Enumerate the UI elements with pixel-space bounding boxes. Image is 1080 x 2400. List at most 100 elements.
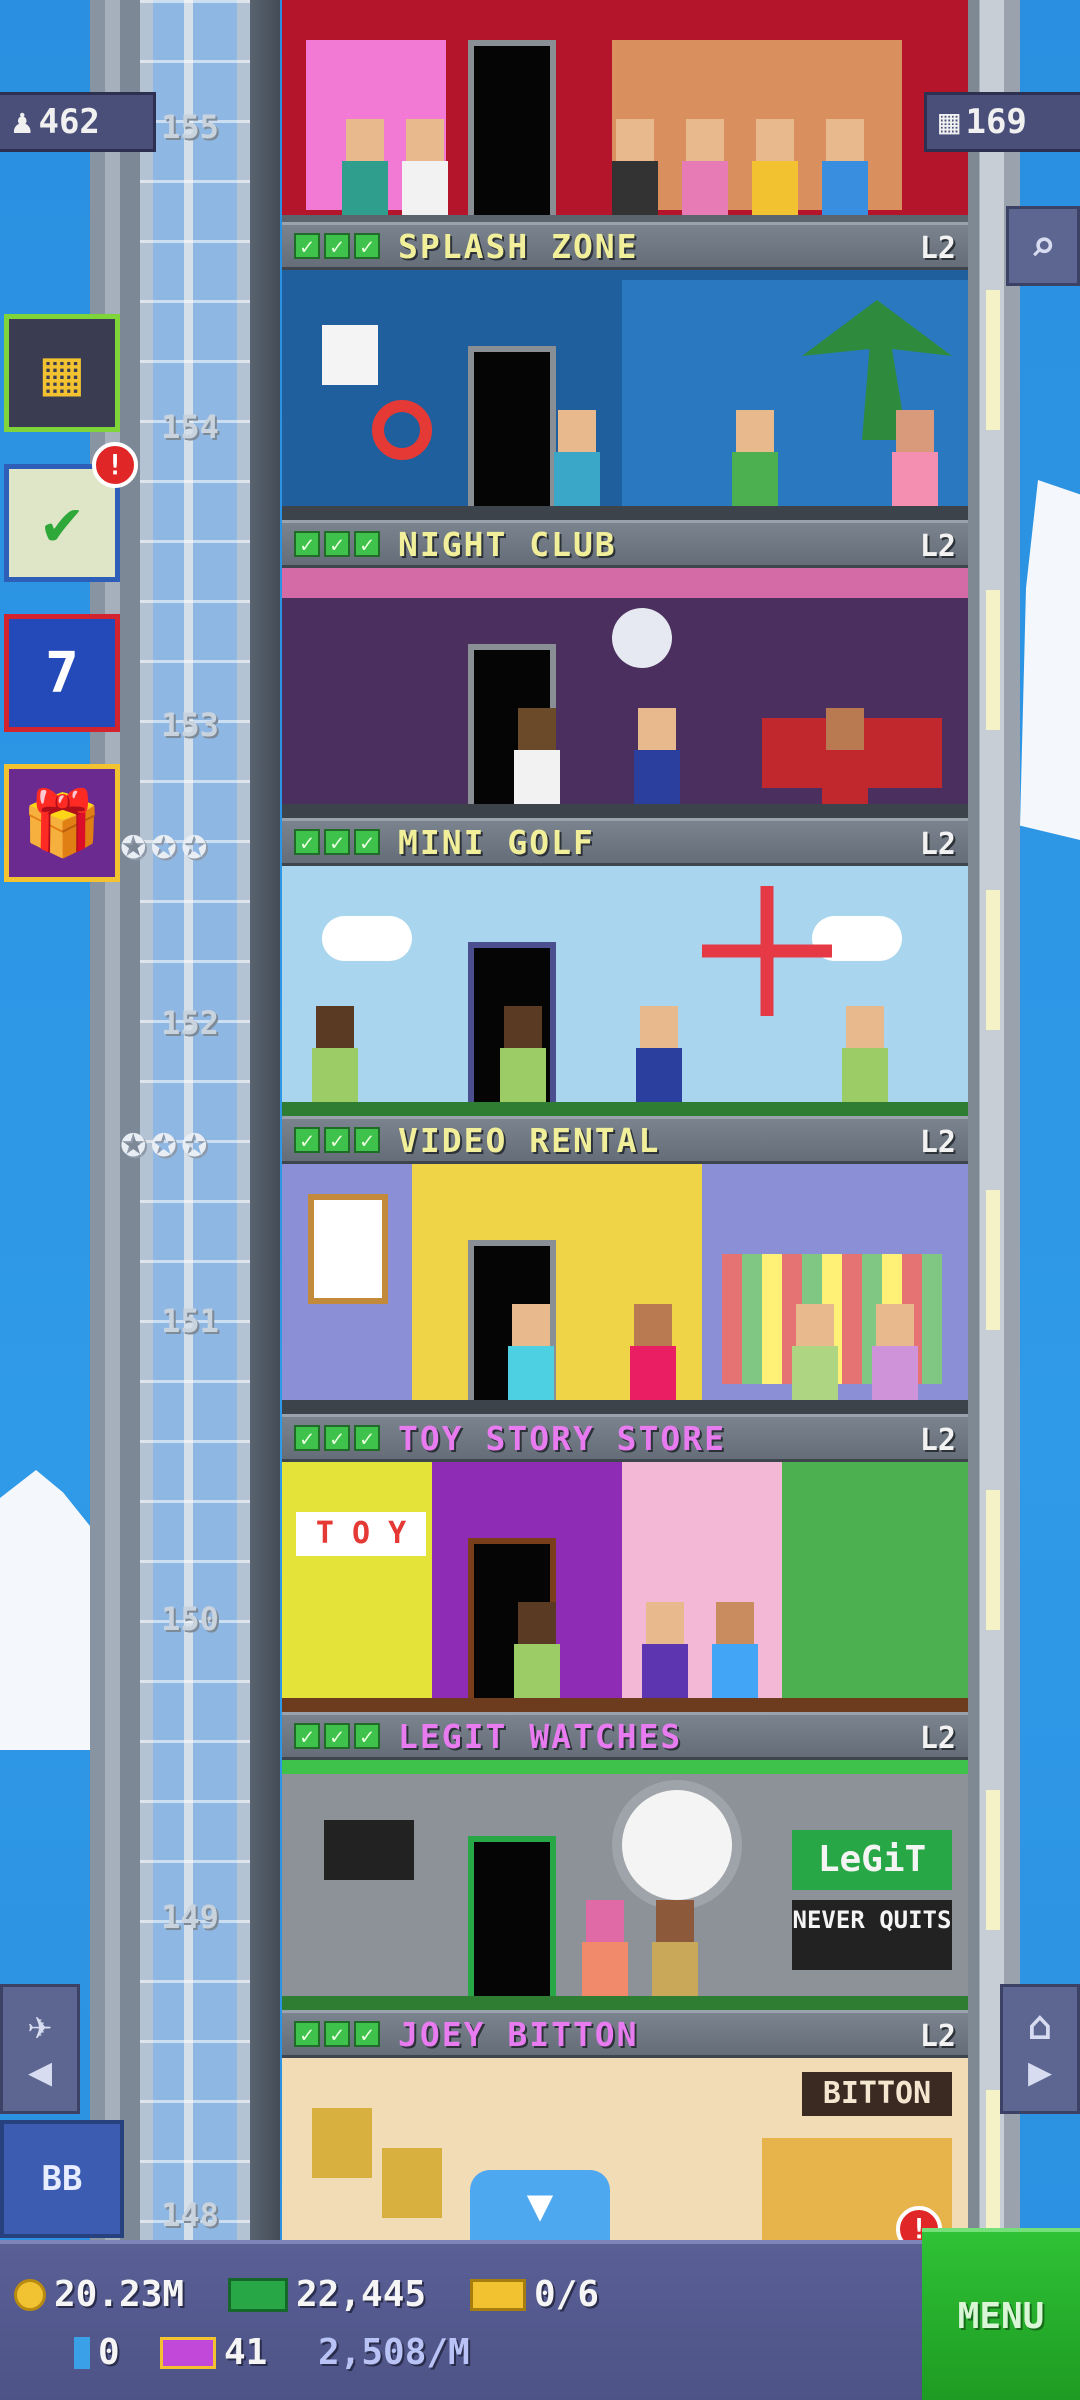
bitizen[interactable] (872, 1304, 918, 1400)
menu-button[interactable]: MENU (922, 2228, 1080, 2400)
bitizen[interactable] (630, 1304, 676, 1400)
tickets-stat[interactable]: 0/6 (470, 2274, 599, 2315)
check-icon: ✓ (324, 531, 350, 558)
bitizen[interactable] (582, 1900, 628, 1996)
check-icon: ✓ (324, 1723, 350, 1750)
check-icon: ✓ (294, 531, 320, 558)
nav-left-button[interactable]: ✈ ◀ (0, 1984, 80, 2114)
window-slot (986, 2090, 1000, 2230)
bitizen[interactable] (892, 410, 938, 506)
floor-name: LEGIT WATCHES (398, 1716, 683, 1756)
bitizen[interactable] (342, 119, 388, 215)
stock-checks: ✓ ✓ ✓ (294, 2021, 380, 2048)
bux-stat[interactable]: 22,445 (228, 2274, 426, 2315)
floor-name: JOEY BITTON (398, 2014, 639, 2054)
bitizen[interactable] (682, 119, 728, 215)
elevator-icon (74, 2336, 90, 2369)
bitizen[interactable] (822, 119, 868, 215)
cloud-left (0, 1470, 90, 1750)
bitizen[interactable] (312, 1006, 358, 1102)
building-icon: ▦ (42, 336, 82, 410)
check-icon: ✓ (354, 233, 380, 260)
room-joey-bitton[interactable]: BITTON (282, 2058, 968, 2240)
room-floor-155[interactable] (282, 0, 968, 215)
bitizen[interactable] (612, 119, 658, 215)
bitizen[interactable] (642, 1602, 688, 1698)
star-icon: ✪ (181, 1116, 208, 1167)
floor-header-night-club[interactable]: ✓ ✓ ✓ NIGHT CLUB L2 (282, 520, 968, 568)
scroll-down-button[interactable]: ▼ (470, 2170, 610, 2240)
bitizen[interactable] (732, 410, 778, 506)
build-floor-button[interactable]: ▦ (4, 314, 120, 432)
floor-line (282, 1102, 968, 1116)
status-bar: 20.23M 22,445 0/6 0 41 2,508/M (0, 2240, 922, 2400)
gift-icon: 🎁 (22, 786, 102, 861)
nav-right-button[interactable]: ⌂ ▶ (1000, 1984, 1080, 2114)
bitizen[interactable] (500, 1006, 546, 1102)
room-door (468, 1836, 556, 1996)
airplane-icon: ✈ (27, 2003, 53, 2049)
bitizen[interactable] (842, 1006, 888, 1102)
gift-button[interactable]: 🎁 (4, 764, 120, 882)
bitizen[interactable] (712, 1602, 758, 1698)
floor-number-155: 155 (161, 108, 219, 146)
elevator-items-stat[interactable]: 0 (74, 2332, 120, 2373)
check-icon: ✓ (294, 2021, 320, 2048)
room-toy-story-store[interactable]: T O Y (282, 1462, 968, 1712)
room-night-club[interactable] (282, 568, 968, 818)
checklist-icon: ✔ (42, 486, 82, 560)
bitizen[interactable] (402, 119, 448, 215)
floor-header-legit-watches[interactable]: ✓ ✓ ✓ LEGIT WATCHES L2 (282, 1712, 968, 1760)
bitizen[interactable] (514, 708, 560, 804)
bitizen[interactable] (652, 1900, 698, 1996)
room-splash-zone[interactable] (282, 270, 968, 520)
population-counter[interactable]: ♟ 462 (0, 92, 156, 152)
vip-stat[interactable]: 41 (160, 2332, 267, 2373)
room-legit-watches[interactable]: LeGiT NEVER QUITS (282, 1760, 968, 2010)
check-icon: ✓ (294, 1723, 320, 1750)
coins-stat[interactable]: 20.23M (14, 2274, 184, 2315)
floor-line (282, 506, 968, 520)
bitizen[interactable] (752, 119, 798, 215)
clock-display (612, 1780, 742, 1910)
check-icon: ✓ (354, 2021, 380, 2048)
floor-header-toy-story-store[interactable]: ✓ ✓ ✓ TOY STORY STORE L2 (282, 1414, 968, 1462)
room-mini-golf[interactable] (282, 866, 968, 1116)
elevator-items-value: 0 (98, 2332, 120, 2373)
calendar-icon: 7 (45, 640, 79, 706)
floor-number-153: 153 (161, 706, 219, 744)
bitizen[interactable] (634, 708, 680, 804)
income-rate: 2,508/M (318, 2332, 470, 2373)
floor-header-mini-golf[interactable]: ✓ ✓ ✓ MINI GOLF L2 (282, 818, 968, 866)
floor-name: MINI GOLF (398, 822, 595, 862)
bitizen[interactable] (514, 1602, 560, 1698)
stock-checks: ✓ ✓ ✓ (294, 1127, 380, 1154)
floor-header-splash-zone[interactable]: ✓ ✓ ✓ SPLASH ZONE L2 (282, 222, 968, 270)
bitizen[interactable] (636, 1006, 682, 1102)
calendar-button[interactable]: 7 (4, 614, 120, 732)
lifebuoy (372, 400, 432, 460)
bb-button[interactable]: BB (0, 2120, 124, 2238)
club-lights-strip (282, 568, 968, 598)
check-icon: ✓ (354, 1723, 380, 1750)
search-button[interactable]: ⌕ (1006, 206, 1080, 286)
bitizen[interactable] (792, 1304, 838, 1400)
bitizen[interactable] (822, 708, 868, 804)
check-icon: ✓ (294, 233, 320, 260)
bux-icon (228, 2277, 288, 2312)
bitizen[interactable] (554, 410, 600, 506)
room-video-rental[interactable] (282, 1164, 968, 1414)
floor-name: VIDEO RENTAL (398, 1120, 661, 1160)
floor-name: TOY STORY STORE (398, 1418, 727, 1458)
floor-header-joey-bitton[interactable]: ✓ ✓ ✓ JOEY BITTON L2 (282, 2010, 968, 2058)
floor-level: L2 (919, 1721, 956, 1756)
cloud-decor (322, 916, 412, 961)
floors-counter[interactable]: ▦ 169 (924, 92, 1080, 152)
bitizen[interactable] (508, 1304, 554, 1400)
floor-header-video-rental[interactable]: ✓ ✓ ✓ VIDEO RENTAL L2 (282, 1116, 968, 1164)
missions-alert-badge: ! (92, 442, 138, 488)
chevron-down-icon: ▼ (526, 2179, 554, 2231)
floor-number-154: 154 (161, 408, 219, 446)
coins-value: 20.23M (54, 2274, 185, 2315)
person-icon: ♟ (12, 102, 33, 142)
